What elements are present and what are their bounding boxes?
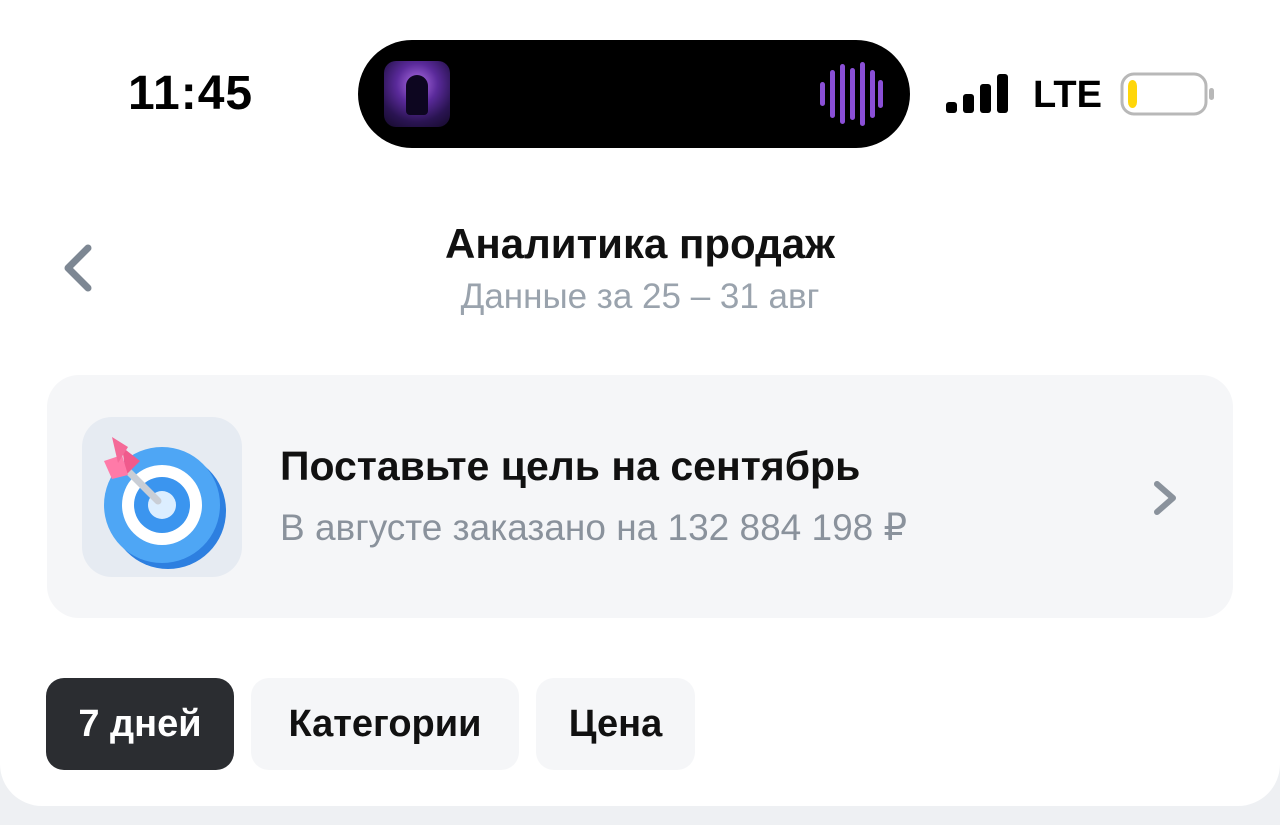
chevron-right-icon bbox=[1154, 481, 1176, 515]
filter-chip-categories[interactable]: Категории bbox=[251, 678, 519, 770]
goal-card-title: Поставьте цель на сентябрь bbox=[280, 443, 861, 489]
page-subtitle: Данные за 25 – 31 авг bbox=[460, 277, 820, 316]
goal-card-subtitle: В августе заказано на 132 884 198 ₽ bbox=[280, 507, 908, 548]
page-title: Аналитика продаж bbox=[445, 220, 835, 267]
battery-icon bbox=[1120, 72, 1214, 116]
audio-waveform-icon bbox=[820, 62, 883, 126]
filter-chip-price[interactable]: Цена bbox=[536, 678, 695, 770]
filter-chip-7-days[interactable]: 7 дней bbox=[46, 678, 234, 770]
target-icon bbox=[82, 417, 242, 577]
now-playing-artwork bbox=[384, 61, 450, 127]
network-type: LTE bbox=[1033, 74, 1102, 116]
dynamic-island[interactable] bbox=[358, 40, 910, 148]
cellular-signal-icon bbox=[946, 74, 1008, 113]
app-screen: 11:45 LTE Аналитика продаж Данные за 25 … bbox=[0, 0, 1280, 806]
status-time: 11:45 bbox=[128, 67, 254, 120]
goal-card[interactable]: Поставьте цель на сентябрь В августе зак… bbox=[47, 375, 1233, 618]
